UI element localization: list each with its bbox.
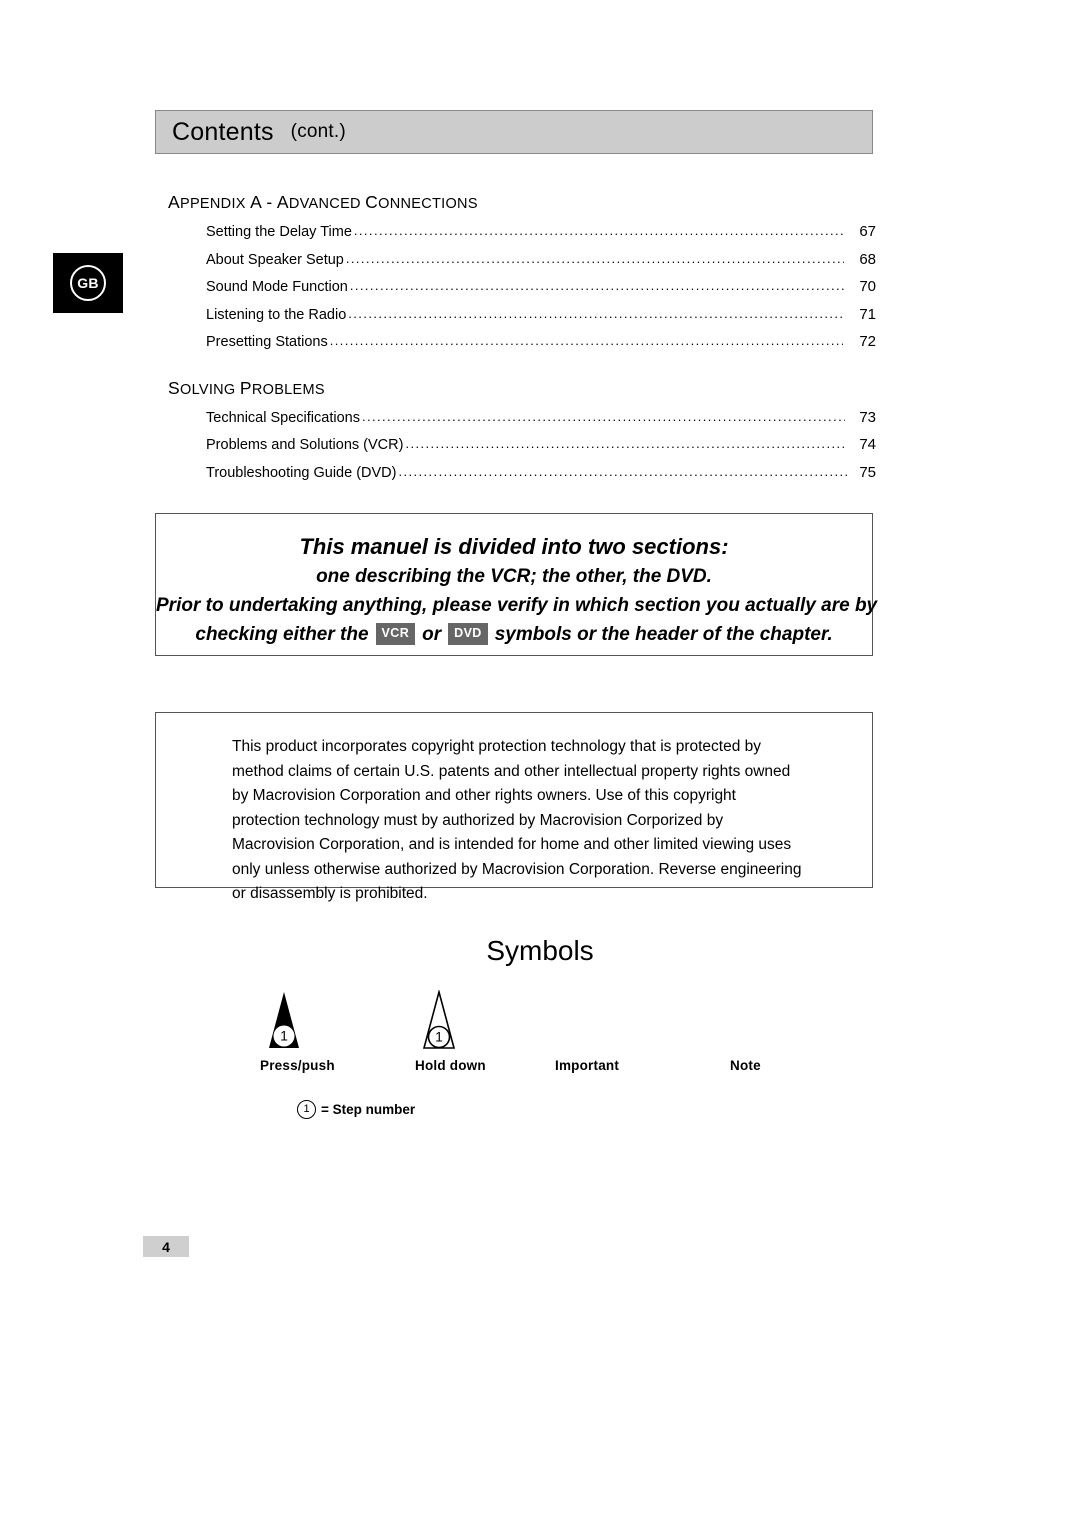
toc-heading-part: A: [250, 192, 263, 212]
toc-entry-page: 71: [859, 305, 876, 323]
symbol-item-press-push: 1 Press/push: [260, 990, 410, 1073]
toc-entry-label: Presetting Stations: [206, 334, 328, 350]
important-symbol-placeholder: [555, 990, 705, 1052]
toc-heading-part: ONNECTIONS: [378, 196, 478, 212]
toc-entry[interactable]: Sound Mode Function ....................…: [206, 278, 876, 306]
copyright-notice-text: This product incorporates copyright prot…: [232, 738, 802, 902]
toc-section-heading-solving-problems: SOLVING PROBLEMS: [168, 378, 876, 399]
filled-triangle-step-icon: 1: [260, 990, 410, 1052]
note-symbol-placeholder: [730, 990, 880, 1052]
toc-section-gap: [168, 361, 876, 378]
filled-triangle-step-svg: 1: [269, 992, 299, 1048]
toc-entry-label: Problems and Solutions (VCR): [206, 437, 404, 453]
toc-heading-part: S: [168, 377, 180, 398]
callout-line-4-text-a: checking either the: [195, 624, 369, 645]
step-number-legend-text: = Step number: [321, 1102, 416, 1117]
toc-heading-part: OLVING: [179, 381, 236, 398]
toc-entry[interactable]: Problems and Solutions (VCR) ...........…: [206, 436, 876, 464]
toc-leader-dots: ........................................…: [348, 305, 844, 321]
symbol-item-hold-down: 1 Hold down: [415, 988, 565, 1073]
svg-text:1: 1: [435, 1029, 443, 1045]
toc-entry-page: 67: [859, 223, 876, 240]
outline-triangle-step-icon: 1: [415, 988, 565, 1052]
symbol-label: Hold down: [415, 1058, 486, 1073]
toc-entry-label: Sound Mode Function: [206, 279, 348, 295]
page-title: Contents: [172, 117, 274, 146]
toc-entry-page: 72: [859, 333, 876, 350]
symbols-section-title: Symbols: [486, 935, 594, 966]
manual-sections-callout-box: This manuel is divided into two sections…: [155, 513, 878, 656]
toc-leader-dots: ........................................…: [345, 250, 844, 266]
toc-entry-label: Technical Specifications: [206, 409, 360, 426]
page-title-continuation: (cont.): [290, 121, 346, 142]
toc-leader-dots: ........................................…: [361, 408, 845, 424]
toc-entry[interactable]: About Speaker Setup ....................…: [206, 251, 876, 279]
toc-entry-page: 75: [859, 463, 876, 481]
step-number-legend: 1 = Step number: [297, 1100, 415, 1119]
toc-leader-dots: ........................................…: [405, 436, 847, 451]
language-tab: GB: [53, 253, 123, 313]
language-code-badge: GB: [70, 265, 106, 301]
toc-heading-part: PPENDIX: [179, 196, 246, 212]
toc-entry-page: 74: [859, 436, 876, 453]
callout-line-3: Prior to undertaking anything, please ve…: [156, 595, 878, 616]
toc-entry-page: 70: [859, 278, 876, 295]
toc-heading-part: A: [168, 192, 180, 212]
page-header-band: Contents (cont.): [155, 110, 873, 154]
toc-heading-part: -: [266, 192, 273, 212]
toc-entry-label: Listening to the Radio: [206, 306, 347, 323]
toc-entry[interactable]: Troubleshooting Guide (DVD) ............…: [206, 464, 876, 492]
callout-line-1: This manuel is divided into two sections…: [299, 534, 729, 559]
outline-triangle-step-svg: 1: [422, 988, 456, 1049]
callout-line-2: one describing the VCR; the other, the D…: [316, 566, 712, 587]
toc-entry[interactable]: Presetting Stations ....................…: [206, 333, 876, 361]
toc-heading-part: C: [365, 192, 379, 212]
symbol-label: Important: [555, 1058, 620, 1073]
toc-entry[interactable]: Listening to the Radio .................…: [206, 306, 876, 334]
callout-line-4-text-b: or: [422, 624, 442, 645]
copyright-notice-box: This product incorporates copyright prot…: [155, 712, 873, 902]
page-number-footer: 4: [143, 1236, 189, 1257]
callout-line-4: checking either the VCR or DVD symbols o…: [156, 620, 872, 650]
toc-entry-label: Troubleshooting Guide (DVD): [206, 464, 397, 481]
toc-heading-part: P: [239, 377, 252, 398]
toc-leader-dots: ........................................…: [353, 223, 845, 238]
toc-entry[interactable]: Setting the Delay Time .................…: [206, 223, 876, 251]
toc-entry-page: 73: [859, 408, 876, 426]
toc-entry-label: About Speaker Setup: [206, 251, 344, 268]
vcr-badge: VCR: [375, 623, 416, 645]
svg-text:1: 1: [280, 1028, 288, 1044]
toc-heading-part: ROBLEMS: [251, 381, 325, 398]
symbol-item-important: Important: [555, 990, 705, 1073]
toc-entry-label: Setting the Delay Time: [206, 224, 352, 240]
toc-leader-dots: ........................................…: [349, 278, 844, 293]
symbols-legend: 1 Press/push 1 Hold down Important Note: [260, 988, 820, 1090]
toc-leader-dots: ........................................…: [398, 463, 846, 479]
symbol-label: Note: [730, 1058, 761, 1073]
dvd-badge: DVD: [448, 623, 488, 645]
toc-entry-page: 68: [859, 250, 876, 268]
symbol-label: Press/push: [260, 1058, 335, 1073]
toc-heading-part: DVANCED: [288, 196, 361, 212]
table-of-contents: APPENDIX A - ADVANCED CONNECTIONS Settin…: [168, 192, 876, 491]
toc-entry[interactable]: Technical Specifications ...............…: [206, 409, 876, 437]
symbol-item-note: Note: [730, 990, 880, 1073]
toc-section-heading-appendix-a: APPENDIX A - ADVANCED CONNECTIONS: [168, 192, 876, 213]
callout-line-4-text-c: symbols or the header of the chapter.: [494, 624, 833, 645]
toc-leader-dots: ........................................…: [329, 333, 843, 348]
step-number-circle-icon: 1: [297, 1100, 316, 1119]
toc-heading-part: A: [276, 192, 289, 212]
